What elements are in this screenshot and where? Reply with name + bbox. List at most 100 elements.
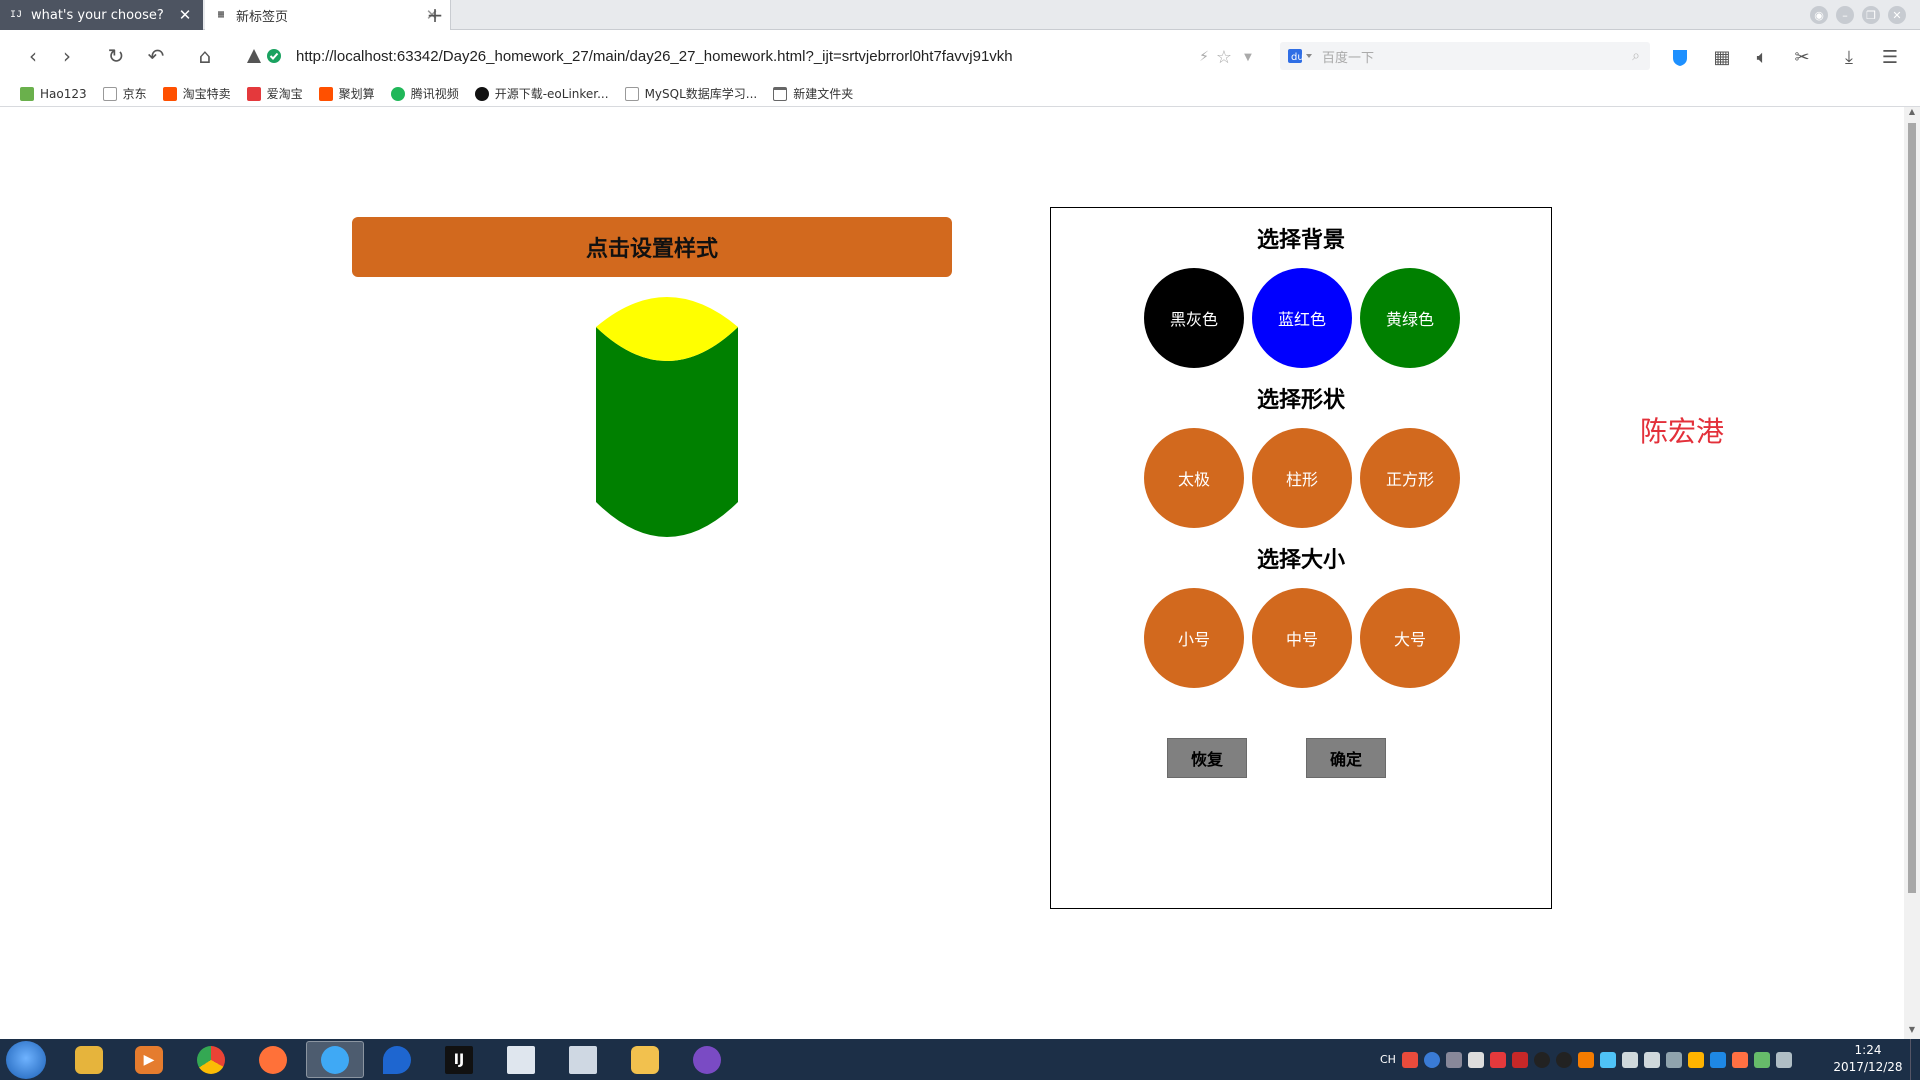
shield-icon[interactable] bbox=[1687, 1051, 1704, 1068]
shape-section-title: 选择形状 bbox=[1256, 387, 1345, 413]
input-method-icon[interactable] bbox=[1401, 1051, 1418, 1068]
help-icon[interactable] bbox=[1423, 1051, 1440, 1068]
taskbar-app[interactable] bbox=[244, 1041, 302, 1078]
background-option-black-gray[interactable]: 黑灰色 bbox=[1144, 268, 1244, 368]
svg-text:du: du bbox=[1291, 52, 1304, 63]
skin-icon[interactable]: ◉ bbox=[1810, 6, 1828, 24]
star-icon[interactable]: ☆ bbox=[1212, 45, 1236, 69]
browser-tab-strip: IJ what's your choose? ✕ ▦ 新标签页 ✕ + ◉ – … bbox=[0, 0, 1920, 30]
taskbar-app[interactable]: IJ bbox=[430, 1041, 488, 1078]
eolinker-icon bbox=[474, 86, 489, 101]
taskbar-app[interactable] bbox=[368, 1041, 426, 1078]
tray-app-icon[interactable] bbox=[1753, 1051, 1770, 1068]
taskbar-app-active[interactable] bbox=[306, 1041, 364, 1078]
tray-app-icon[interactable] bbox=[1467, 1051, 1484, 1068]
tray-app-icon[interactable] bbox=[1599, 1051, 1616, 1068]
size-option-medium[interactable]: 中号 bbox=[1252, 588, 1352, 688]
size-option-small[interactable]: 小号 bbox=[1144, 588, 1244, 688]
home-icon[interactable]: ⌂ bbox=[192, 43, 218, 69]
confirm-button[interactable]: 确定 bbox=[1306, 738, 1386, 778]
show-desktop-button[interactable] bbox=[1910, 1039, 1920, 1080]
scroll-down-icon[interactable]: ▼ bbox=[1904, 1025, 1920, 1039]
bookmark-label: 开源下载-eoLinker... bbox=[494, 87, 609, 101]
qq-icon[interactable] bbox=[1533, 1051, 1550, 1068]
notepad-icon bbox=[507, 1045, 535, 1074]
volume-icon[interactable] bbox=[1643, 1051, 1660, 1068]
bookmark-item[interactable]: 爱淘宝 bbox=[246, 85, 303, 102]
bookmark-item[interactable]: 聚划算 bbox=[318, 85, 375, 102]
reset-button[interactable]: 恢复 bbox=[1167, 738, 1247, 778]
bookmark-item[interactable]: 腾讯视频 bbox=[390, 85, 459, 102]
taskbar-app[interactable] bbox=[678, 1041, 736, 1078]
background-option-yellow-green[interactable]: 黄绿色 bbox=[1360, 268, 1460, 368]
taskbar-app[interactable] bbox=[554, 1041, 612, 1078]
bluetooth-icon[interactable] bbox=[1709, 1051, 1726, 1068]
close-window-icon[interactable]: ✕ bbox=[1888, 6, 1906, 24]
search-icon[interactable]: ⌕ bbox=[1632, 48, 1640, 64]
search-input[interactable]: 百度一下 bbox=[1322, 47, 1632, 66]
bookmark-label: MySQL数据库学习... bbox=[644, 87, 758, 101]
background-option-blue-red[interactable]: 蓝红色 bbox=[1252, 268, 1352, 368]
minimize-icon[interactable]: – bbox=[1836, 6, 1854, 24]
clock[interactable]: 1:24 2017/12/28 bbox=[1832, 1042, 1904, 1076]
reload-icon[interactable]: ↻ bbox=[103, 43, 129, 69]
bookmark-item[interactable]: 开源下载-eoLinker... bbox=[474, 85, 609, 102]
bookmark-item[interactable]: 新建文件夹 bbox=[773, 85, 853, 102]
vertical-scrollbar[interactable]: ▲ ▼ bbox=[1904, 107, 1920, 1039]
forward-icon[interactable]: › bbox=[54, 43, 80, 69]
download-icon[interactable]: ⤓ bbox=[1837, 45, 1861, 69]
restore-icon[interactable]: ❐ bbox=[1862, 6, 1880, 24]
network-icon[interactable] bbox=[1621, 1051, 1638, 1068]
start-button[interactable] bbox=[6, 1041, 46, 1079]
bookmark-label: Hao123 bbox=[40, 86, 87, 101]
tray-app-icon[interactable] bbox=[1665, 1051, 1682, 1068]
language-indicator[interactable]: CH bbox=[1380, 1053, 1396, 1066]
shape-option-cylinder[interactable]: 柱形 bbox=[1252, 428, 1352, 528]
bookmark-item[interactable]: Hao123 bbox=[20, 86, 87, 101]
bookmark-item[interactable]: 京东 bbox=[102, 85, 147, 102]
firefox-icon bbox=[259, 1045, 287, 1074]
tray-app-icon[interactable] bbox=[1577, 1051, 1594, 1068]
taskbar-app[interactable] bbox=[60, 1041, 118, 1078]
aitaobao-icon bbox=[246, 86, 261, 101]
back-icon[interactable]: ‹ bbox=[20, 43, 46, 69]
apps-grid-icon[interactable]: ▦ bbox=[1710, 45, 1734, 69]
search-box[interactable]: du 百度一下 ⌕ bbox=[1280, 42, 1650, 70]
address-bar[interactable]: http://localhost:63342/Day26_homework_27… bbox=[240, 40, 1252, 72]
tab-new[interactable]: ▦ 新标签页 ✕ bbox=[205, 0, 451, 30]
taskbar-app[interactable] bbox=[616, 1041, 674, 1078]
undo-icon[interactable]: ↶ bbox=[143, 43, 169, 69]
taskbar-app[interactable] bbox=[182, 1041, 240, 1078]
set-style-button[interactable]: 点击设置样式 bbox=[352, 217, 952, 277]
battery-icon[interactable] bbox=[1775, 1051, 1792, 1068]
shape-option-taiji[interactable]: 太极 bbox=[1144, 428, 1244, 528]
close-icon[interactable]: ✕ bbox=[175, 6, 195, 24]
extension-shield-icon[interactable] bbox=[1668, 45, 1692, 69]
site-info-icon[interactable] bbox=[246, 48, 262, 64]
bookmark-item[interactable]: 淘宝特卖 bbox=[162, 85, 231, 102]
tray-app-icon[interactable] bbox=[1511, 1051, 1528, 1068]
tray-app-icon[interactable] bbox=[1731, 1051, 1748, 1068]
tab-active[interactable]: IJ what's your choose? ✕ bbox=[0, 0, 203, 30]
shape-option-square[interactable]: 正方形 bbox=[1360, 428, 1460, 528]
background-section-title: 选择背景 bbox=[1256, 227, 1345, 253]
cylinder-shape bbox=[596, 297, 738, 537]
browser-icon bbox=[321, 1045, 349, 1074]
tab-title: what's your choose? bbox=[31, 7, 164, 23]
chevron-down-icon[interactable]: ▼ bbox=[1236, 45, 1260, 69]
baidu-icon[interactable]: du bbox=[1288, 48, 1314, 64]
scissors-icon[interactable]: ✂ bbox=[1790, 45, 1814, 69]
taskbar-app[interactable]: ▶ bbox=[120, 1041, 178, 1078]
scroll-thumb[interactable] bbox=[1908, 123, 1916, 893]
qq-icon[interactable] bbox=[1555, 1051, 1572, 1068]
speaker-icon[interactable]: 🔈︎ bbox=[1750, 45, 1774, 69]
hao123-icon bbox=[20, 86, 34, 101]
tray-app-icon[interactable] bbox=[1489, 1051, 1506, 1068]
chevron-up-icon[interactable] bbox=[1445, 1051, 1462, 1068]
taskbar-app[interactable] bbox=[492, 1041, 550, 1078]
menu-icon[interactable]: ☰ bbox=[1878, 45, 1902, 69]
scroll-up-icon[interactable]: ▲ bbox=[1904, 107, 1920, 121]
new-tab-button[interactable]: + bbox=[418, 2, 452, 28]
size-option-large[interactable]: 大号 bbox=[1360, 588, 1460, 688]
bookmark-item[interactable]: MySQL数据库学习... bbox=[624, 85, 758, 102]
